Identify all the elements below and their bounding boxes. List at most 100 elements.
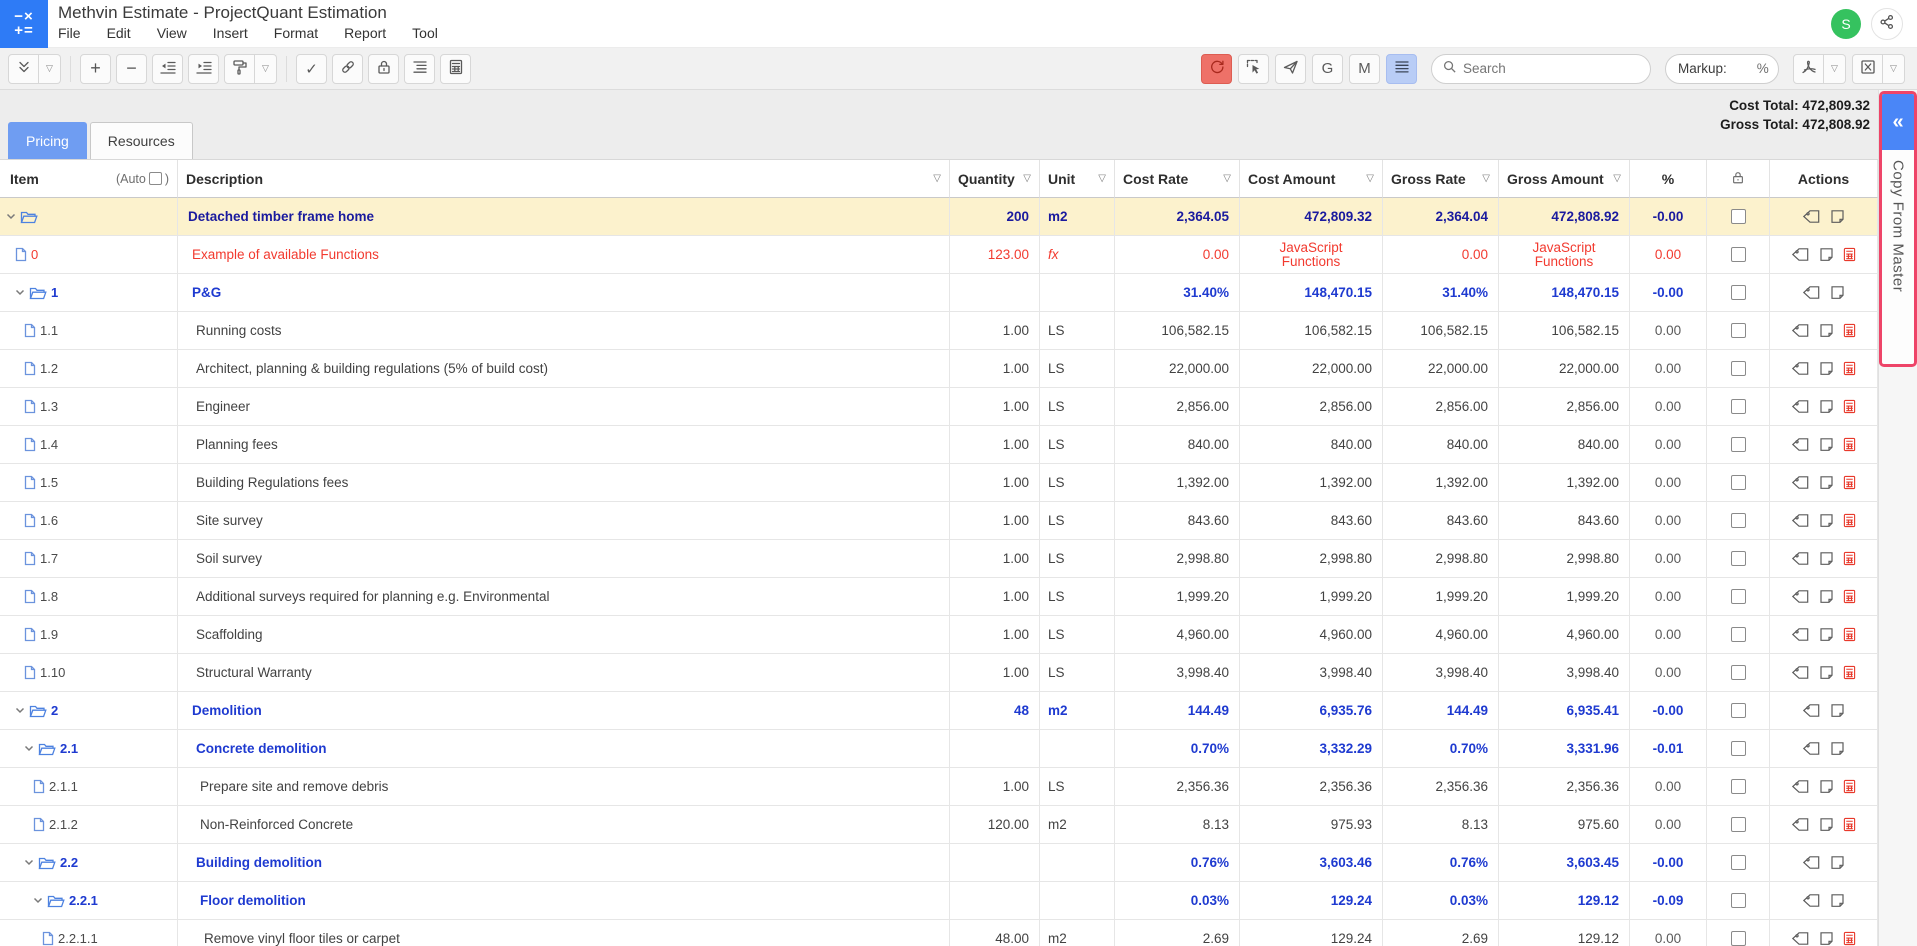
description-cell[interactable]: Running costs [178, 312, 950, 350]
tag-icon[interactable] [1802, 703, 1821, 718]
search-box[interactable] [1431, 54, 1651, 84]
unit-cell[interactable] [1040, 730, 1115, 768]
tag-icon[interactable] [1791, 247, 1810, 262]
cost-amount-cell[interactable]: JavaScript Functions [1240, 236, 1383, 274]
cost-rate-cell[interactable]: 31.40% [1115, 274, 1240, 312]
gross-rate-cell[interactable]: 2,356.36 [1383, 768, 1499, 806]
item-cell[interactable]: 1.2 [0, 350, 178, 388]
chevron-down-icon[interactable] [24, 859, 34, 866]
markup-box[interactable]: Markup: % [1665, 54, 1779, 84]
add-row-button[interactable]: + [80, 54, 111, 84]
send-button[interactable] [1275, 54, 1306, 84]
note-icon[interactable] [1830, 893, 1845, 908]
note-icon[interactable] [1819, 589, 1834, 604]
col-cost-rate[interactable]: Cost Rate▽ [1115, 160, 1240, 198]
cost-rate-cell[interactable]: 1,999.20 [1115, 578, 1240, 616]
item-cell[interactable]: 1.7 [0, 540, 178, 578]
cost-rate-cell[interactable]: 106,582.15 [1115, 312, 1240, 350]
unit-cell[interactable] [1040, 882, 1115, 920]
note-icon[interactable] [1830, 855, 1845, 870]
tag-icon[interactable] [1791, 817, 1810, 832]
cost-rate-cell[interactable]: 0.03% [1115, 882, 1240, 920]
gross-amount-cell[interactable]: 6,935.41 [1499, 692, 1630, 730]
description-cell[interactable]: Prepare site and remove debris [178, 768, 950, 806]
gross-rate-cell[interactable]: 0.70% [1383, 730, 1499, 768]
table-row[interactable]: 1.8 Additional surveys required for plan… [0, 578, 1878, 616]
cost-amount-cell[interactable]: 106,582.15 [1240, 312, 1383, 350]
gross-amount-cell[interactable]: 3,998.40 [1499, 654, 1630, 692]
item-cell[interactable]: 2 [0, 692, 178, 730]
gross-rate-cell[interactable]: 31.40% [1383, 274, 1499, 312]
tag-icon[interactable] [1791, 437, 1810, 452]
cost-amount-cell[interactable]: 2,998.80 [1240, 540, 1383, 578]
quantity-cell[interactable] [950, 882, 1040, 920]
calculation-icon[interactable] [1843, 627, 1856, 642]
unit-cell[interactable]: LS [1040, 312, 1115, 350]
row-height-button[interactable] [1386, 54, 1417, 84]
unit-cell[interactable]: LS [1040, 350, 1115, 388]
gross-amount-cell[interactable]: 148,470.15 [1499, 274, 1630, 312]
cost-rate-cell[interactable]: 4,960.00 [1115, 616, 1240, 654]
gross-amount-cell[interactable]: JavaScript Functions [1499, 236, 1630, 274]
description-cell[interactable]: Additional surveys required for planning… [178, 578, 950, 616]
lock-checkbox[interactable] [1731, 817, 1746, 832]
gross-amount-cell[interactable]: 3,603.45 [1499, 844, 1630, 882]
table-row[interactable]: 0 Example of available Functions 123.00 … [0, 236, 1878, 274]
gross-amount-cell[interactable]: 2,998.80 [1499, 540, 1630, 578]
description-cell[interactable]: Non-Reinforced Concrete [178, 806, 950, 844]
share-button[interactable] [1871, 8, 1903, 40]
tag-icon[interactable] [1802, 209, 1821, 224]
cost-rate-cell[interactable]: 2,356.36 [1115, 768, 1240, 806]
cost-rate-cell[interactable]: 843.60 [1115, 502, 1240, 540]
table-row[interactable]: 1.10 Structural Warranty 1.00 LS 3,998.4… [0, 654, 1878, 692]
cost-amount-cell[interactable]: 472,809.32 [1240, 198, 1383, 236]
calculation-icon[interactable] [1843, 513, 1856, 528]
cost-amount-cell[interactable]: 3,332.29 [1240, 730, 1383, 768]
link-button[interactable] [332, 54, 363, 84]
pdf-export-button[interactable] [1793, 54, 1824, 84]
lock-checkbox[interactable] [1731, 323, 1746, 338]
lock-checkbox[interactable] [1731, 513, 1746, 528]
table-row[interactable]: 2.2.1.1 Remove vinyl floor tiles or carp… [0, 920, 1878, 946]
gross-rate-cell[interactable]: 22,000.00 [1383, 350, 1499, 388]
table-row[interactable]: 1.3 Engineer 1.00 LS 2,856.00 2,856.00 2… [0, 388, 1878, 426]
quantity-cell[interactable]: 1.00 [950, 350, 1040, 388]
unit-cell[interactable] [1040, 274, 1115, 312]
cost-rate-cell[interactable]: 1,392.00 [1115, 464, 1240, 502]
description-cell[interactable]: Concrete demolition [178, 730, 950, 768]
table-row[interactable]: 1.2 Architect, planning & building regul… [0, 350, 1878, 388]
calculation-icon[interactable] [1843, 779, 1856, 794]
table-row[interactable]: 2.2.1 Floor demolition 0.03% 129.24 0.03… [0, 882, 1878, 920]
gross-amount-cell[interactable]: 129.12 [1499, 920, 1630, 946]
cost-rate-cell[interactable]: 144.49 [1115, 692, 1240, 730]
unit-cell[interactable]: LS [1040, 502, 1115, 540]
unit-cell[interactable]: m2 [1040, 806, 1115, 844]
format-painter-options-button[interactable]: ▽ [255, 54, 277, 84]
gross-rate-cell[interactable]: 0.03% [1383, 882, 1499, 920]
quantity-cell[interactable] [950, 844, 1040, 882]
chevron-down-icon[interactable] [33, 897, 43, 904]
note-icon[interactable] [1819, 475, 1834, 490]
gross-rate-cell[interactable]: 0.76% [1383, 844, 1499, 882]
chevron-down-icon[interactable] [6, 213, 16, 220]
tag-icon[interactable] [1802, 741, 1821, 756]
quantity-cell[interactable]: 1.00 [950, 388, 1040, 426]
cost-rate-cell[interactable]: 0.70% [1115, 730, 1240, 768]
item-cell[interactable]: 1.9 [0, 616, 178, 654]
lock-checkbox[interactable] [1731, 893, 1746, 908]
note-icon[interactable] [1819, 323, 1834, 338]
sort-caret-icon[interactable]: ▽ [1098, 173, 1106, 184]
copy-from-master-label[interactable]: Copy From Master [1890, 160, 1907, 292]
col-gross-amount[interactable]: Gross Amount▽ [1499, 160, 1630, 198]
tag-icon[interactable] [1791, 665, 1810, 680]
gross-rate-cell[interactable]: 144.49 [1383, 692, 1499, 730]
sort-caret-icon[interactable]: ▽ [933, 173, 941, 184]
cost-rate-cell[interactable]: 3,998.40 [1115, 654, 1240, 692]
tag-icon[interactable] [1791, 475, 1810, 490]
unit-cell[interactable]: LS [1040, 768, 1115, 806]
calculator-sheet-button[interactable] [440, 54, 471, 84]
item-cell[interactable]: 2.2 [0, 844, 178, 882]
cost-amount-cell[interactable]: 843.60 [1240, 502, 1383, 540]
quantity-cell[interactable]: 1.00 [950, 654, 1040, 692]
refresh-button[interactable] [1201, 54, 1232, 84]
